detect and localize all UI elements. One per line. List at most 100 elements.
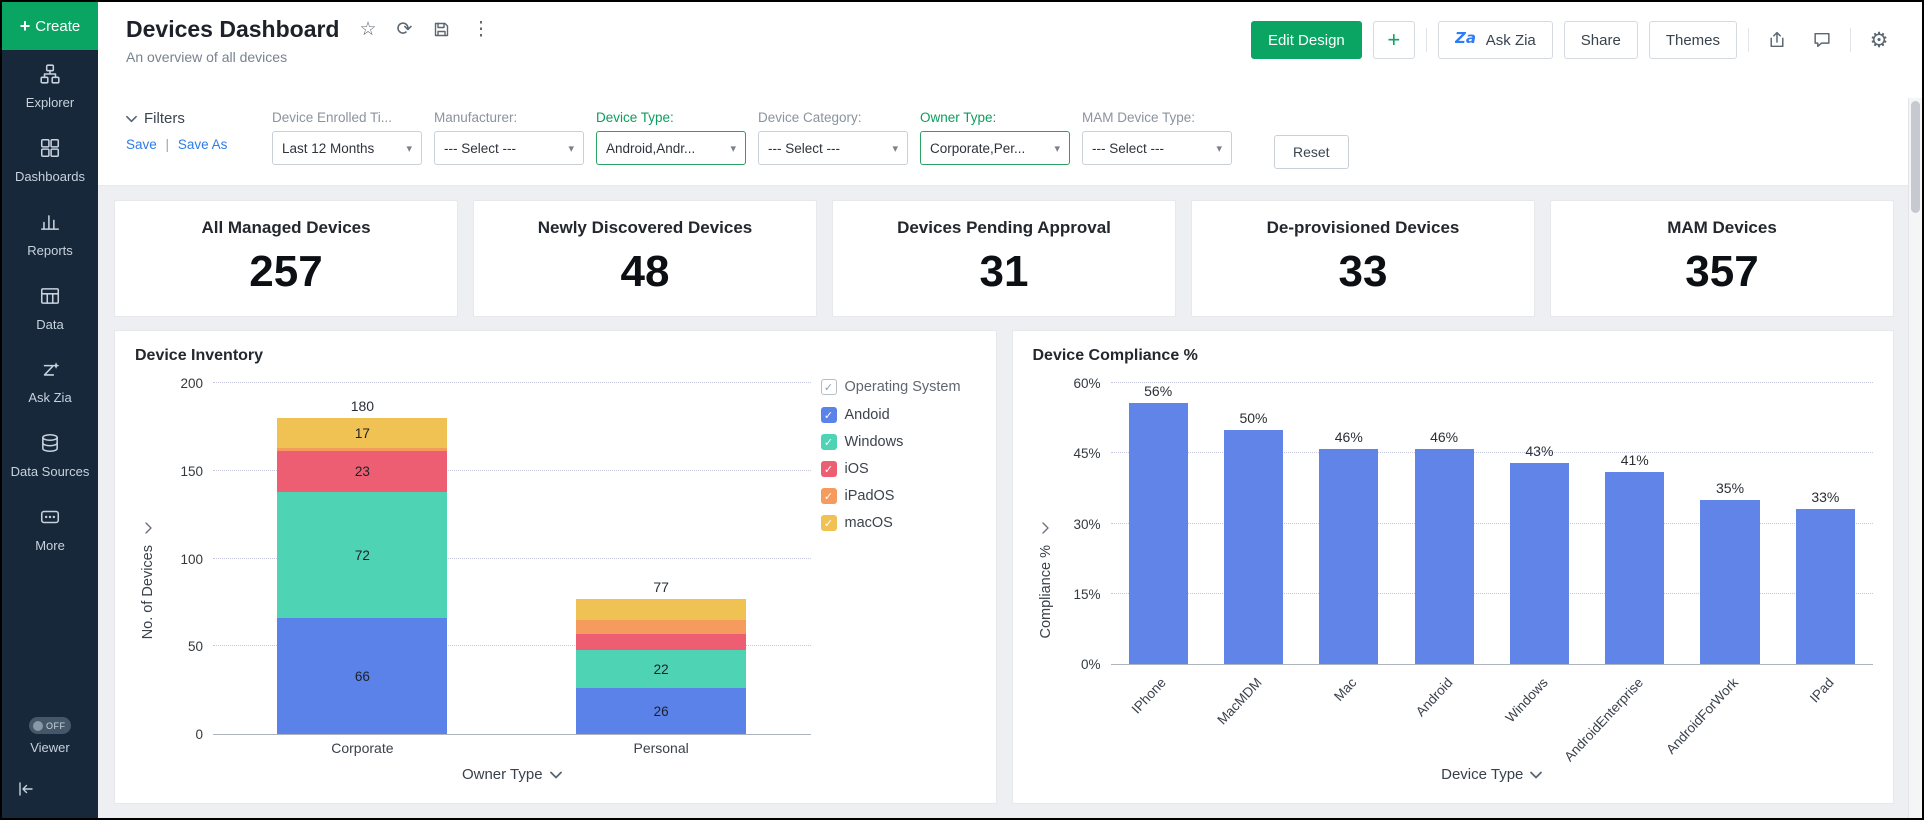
- bar-mac[interactable]: [1319, 448, 1379, 664]
- filter-select-device-enrolled-ti[interactable]: Last 12 Months ▾: [272, 131, 422, 165]
- bar-segment-macos[interactable]: [576, 598, 747, 620]
- sidebar-nav: Explorer Dashboards Reports Data Ask Zia Data…: [2, 50, 98, 567]
- save-icon[interactable]: [432, 20, 451, 39]
- sidebar-item-ask-zia[interactable]: Ask Zia: [2, 346, 98, 420]
- stacked-bar-corporate[interactable]: 66 72 23 17: [277, 418, 448, 734]
- bar-iphone[interactable]: [1128, 403, 1188, 664]
- legend-color-checkbox[interactable]: ✓: [820, 461, 837, 477]
- y-axis-title: No. of Devices: [140, 544, 156, 640]
- bar-androidforwork[interactable]: [1700, 500, 1760, 664]
- y-tick-label: 0%: [1080, 657, 1101, 672]
- sidebar-item-data[interactable]: Data: [2, 272, 98, 346]
- filter-selected-value: Corporate,Per...: [930, 140, 1026, 156]
- sidebar-item-data-sources[interactable]: Data Sources: [2, 419, 98, 493]
- legend-item-windows[interactable]: ✓ Windows: [820, 434, 976, 450]
- filter-select-device-type[interactable]: Android,Andr... ▾: [596, 131, 746, 165]
- comment-icon[interactable]: [1805, 30, 1839, 50]
- legend-checkbox[interactable]: ✓: [820, 379, 837, 395]
- y-axis-title: Compliance %: [1037, 545, 1054, 639]
- legend-item-ios[interactable]: ✓ iOS: [820, 461, 976, 477]
- filters-save-as-link[interactable]: Save As: [178, 137, 228, 152]
- bar-segment-macos[interactable]: 17: [277, 418, 448, 448]
- export-icon[interactable]: [1760, 30, 1794, 50]
- collapse-sidebar-button[interactable]: [2, 767, 98, 818]
- bar-windows[interactable]: [1509, 462, 1569, 664]
- x-axis-title-control[interactable]: Owner Type: [213, 761, 811, 787]
- legend-item-ipados[interactable]: ✓ iPadOS: [820, 488, 976, 504]
- bar-segment-windows[interactable]: 22: [576, 649, 747, 689]
- legend-color-checkbox[interactable]: ✓: [820, 407, 837, 423]
- filter-select-manufacturer[interactable]: --- Select --- ▾: [434, 131, 584, 165]
- filters-save-link[interactable]: Save: [126, 137, 157, 152]
- viewer-toggle[interactable]: OFF: [29, 717, 71, 734]
- ask-zia-button[interactable]: Za Ask Zia: [1437, 21, 1553, 59]
- stacked-bar-personal[interactable]: 26 22: [576, 598, 747, 734]
- chevron-down-icon: ▾: [1054, 142, 1060, 155]
- vertical-scrollbar[interactable]: [1908, 98, 1922, 818]
- kpi-card-mam-devices[interactable]: MAM Devices 357: [1550, 200, 1894, 317]
- x-axis-title-control[interactable]: Device Type: [1111, 761, 1874, 787]
- kpi-card-all-managed-devices[interactable]: All Managed Devices 257: [114, 200, 458, 317]
- favorite-star-icon[interactable]: ☆: [359, 18, 376, 41]
- edit-design-button[interactable]: Edit Design: [1251, 21, 1362, 59]
- sidebar-item-viewer[interactable]: OFF Viewer: [2, 705, 98, 767]
- bar-android[interactable]: [1414, 448, 1474, 664]
- sidebar-item-dashboards[interactable]: Dashboards: [2, 124, 98, 198]
- legend-item-macos[interactable]: ✓ macOS: [820, 515, 976, 531]
- chevron-down-icon: ▾: [406, 142, 412, 155]
- sidebar-item-more[interactable]: More: [2, 493, 98, 567]
- legend-title[interactable]: ✓ Operating System: [820, 379, 976, 395]
- kpi-label: MAM Devices: [1667, 218, 1777, 237]
- x-category-label: Windows: [1502, 675, 1551, 726]
- x-axis-title: Device Type: [1441, 765, 1524, 783]
- bar-ipad[interactable]: [1795, 509, 1855, 664]
- bar-segment-windows[interactable]: 72: [277, 491, 448, 619]
- y-axis-title-control[interactable]: Compliance %: [1033, 373, 1059, 787]
- refresh-icon[interactable]: ⟳: [397, 18, 413, 41]
- themes-button[interactable]: Themes: [1648, 21, 1737, 59]
- sidebar-item-reports[interactable]: Reports: [2, 198, 98, 272]
- share-button[interactable]: Share: [1563, 21, 1638, 59]
- x-label-slot: Mac: [1301, 665, 1396, 761]
- create-button[interactable]: + Create: [2, 2, 98, 50]
- svg-text:Za: Za: [1455, 29, 1476, 47]
- kebab-menu-icon[interactable]: ⋮: [471, 18, 490, 41]
- bar-value-label: 46%: [1334, 428, 1363, 445]
- legend-color-checkbox[interactable]: ✓: [820, 488, 837, 504]
- bar-segment-andoid[interactable]: 26: [576, 688, 747, 734]
- settings-gear-icon[interactable]: ⚙: [1862, 28, 1896, 53]
- device-compliance-panel: Device Compliance % Compliance % 0% 15% 30…: [1011, 330, 1894, 804]
- scrollbar-thumb[interactable]: [1911, 101, 1920, 213]
- legend-color-checkbox[interactable]: ✓: [820, 515, 837, 531]
- bar-segment-andoid[interactable]: 66: [277, 618, 448, 734]
- filter-group-mam-device-type: MAM Device Type: --- Select --- ▾: [1082, 110, 1232, 165]
- bar-slot-personal: 77 26 22: [512, 383, 811, 734]
- bar-macmdm[interactable]: [1223, 429, 1284, 664]
- main-area: Devices Dashboard ☆ ⟳ ⋮ An overview of a…: [98, 2, 1922, 818]
- reset-filters-button[interactable]: Reset: [1274, 135, 1349, 169]
- kpi-card-de-provisioned-devices[interactable]: De-provisioned Devices 33: [1191, 200, 1535, 317]
- y-tick-label: 45%: [1073, 446, 1101, 462]
- filter-select-device-category[interactable]: --- Select --- ▾: [758, 131, 908, 165]
- divider: [1748, 28, 1749, 52]
- add-button[interactable]: +: [1372, 21, 1415, 59]
- legend-item-andoid[interactable]: ✓ Andoid: [820, 407, 976, 423]
- filter-select-owner-type[interactable]: Corporate,Per... ▾: [920, 131, 1070, 165]
- bar-androidenterprise[interactable]: [1605, 471, 1665, 664]
- kpi-card-newly-discovered-devices[interactable]: Newly Discovered Devices 48: [473, 200, 817, 317]
- bar-segment-ios[interactable]: [576, 634, 747, 650]
- dashboard-content: All Managed Devices 257 Newly Discovered D…: [98, 186, 1922, 818]
- sidebar-item-explorer[interactable]: Explorer: [2, 50, 98, 124]
- kpi-card-devices-pending-approval[interactable]: Devices Pending Approval 31: [832, 200, 1176, 317]
- kpi-row: All Managed Devices 257 Newly Discovered D…: [114, 200, 1894, 317]
- y-tick-label: 30%: [1073, 516, 1101, 532]
- y-axis-title-control[interactable]: No. of Devices: [135, 373, 161, 787]
- x-category-label: MacMDM: [1214, 675, 1265, 728]
- legend-color-checkbox[interactable]: ✓: [820, 434, 837, 450]
- filters-toggle[interactable]: Filters: [126, 110, 246, 127]
- bar-segment-ios[interactable]: 23: [277, 451, 448, 492]
- data-sources-icon: [39, 432, 61, 458]
- kpi-label: Devices Pending Approval: [897, 218, 1111, 237]
- filter-select-mam-device-type[interactable]: --- Select --- ▾: [1082, 131, 1232, 165]
- bar-segment-ipados[interactable]: [576, 619, 747, 634]
